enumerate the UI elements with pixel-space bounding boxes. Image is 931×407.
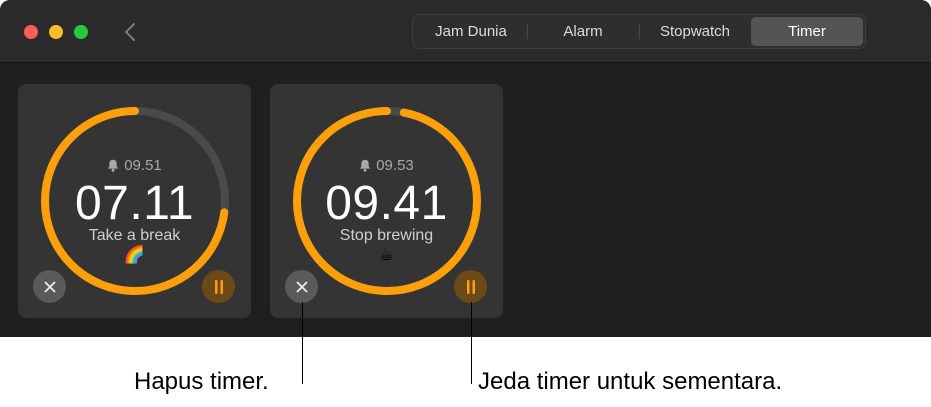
pause-icon bbox=[214, 279, 223, 294]
close-icon bbox=[296, 281, 307, 292]
view-tabs: Jam Dunia Alarm Stopwatch Timer bbox=[412, 14, 866, 49]
back-button[interactable] bbox=[118, 18, 142, 46]
callout-line-cancel bbox=[302, 302, 303, 384]
pause-icon bbox=[466, 279, 475, 294]
close-icon bbox=[44, 281, 55, 292]
pause-timer-button[interactable] bbox=[454, 270, 487, 303]
bell-icon bbox=[108, 159, 119, 172]
alarm-time: 09.53 bbox=[270, 157, 503, 174]
minimize-window-button[interactable] bbox=[49, 25, 63, 39]
alarm-time-text: 09.51 bbox=[124, 157, 162, 174]
zoom-window-button[interactable] bbox=[74, 25, 88, 39]
remaining-time: 09.41 bbox=[325, 177, 448, 230]
tab-alarm[interactable]: Alarm bbox=[527, 17, 639, 46]
timer-card: 09.53 09.41 Stop brewing ☕ bbox=[270, 84, 503, 318]
tab-timer[interactable]: Timer bbox=[751, 17, 863, 46]
clock-window: Jam Dunia Alarm Stopwatch Timer 09.51 07… bbox=[0, 0, 931, 337]
close-window-button[interactable] bbox=[24, 25, 38, 39]
tab-stopwatch[interactable]: Stopwatch bbox=[639, 17, 751, 46]
toolbar: Jam Dunia Alarm Stopwatch Timer bbox=[0, 0, 931, 63]
cancel-timer-button[interactable] bbox=[285, 270, 318, 303]
tab-world-clock[interactable]: Jam Dunia bbox=[415, 17, 527, 46]
callout-pause: Jeda timer untuk sementara. bbox=[478, 368, 783, 395]
callout-line-pause bbox=[471, 302, 472, 384]
timer-card: 09.51 07.11 Take a break 🌈 bbox=[18, 84, 251, 318]
alarm-time: 09.51 bbox=[18, 157, 251, 174]
rainbow-icon: 🌈 bbox=[123, 245, 146, 264]
chevron-left-icon bbox=[125, 23, 135, 41]
pause-timer-button[interactable] bbox=[202, 270, 235, 303]
timer-label: Take a break bbox=[88, 227, 181, 244]
remaining-time: 07.11 bbox=[74, 177, 195, 230]
alarm-time-text: 09.53 bbox=[376, 157, 414, 174]
coffee-icon: ☕ bbox=[378, 245, 395, 264]
cancel-timer-button[interactable] bbox=[33, 270, 66, 303]
callout-cancel: Hapus timer. bbox=[134, 368, 269, 395]
bell-icon bbox=[360, 159, 371, 172]
timer-label: Stop brewing bbox=[339, 227, 434, 244]
